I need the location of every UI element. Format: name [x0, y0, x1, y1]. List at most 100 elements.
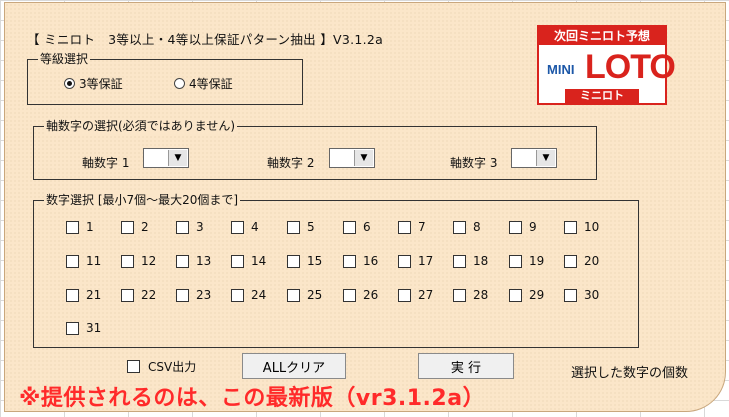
number-label: 4: [251, 220, 259, 234]
number-checkbox[interactable]: 18: [453, 254, 488, 268]
number-checkbox[interactable]: 5: [287, 220, 315, 234]
number-checkbox[interactable]: 25: [287, 288, 322, 302]
number-label: 9: [529, 220, 537, 234]
checkbox-box[interactable]: [509, 288, 522, 302]
checkbox-box[interactable]: [66, 220, 79, 234]
checkbox-box[interactable]: [231, 288, 244, 302]
number-checkbox[interactable]: 22: [121, 288, 156, 302]
radio-grade-4[interactable]: 4等保証: [174, 75, 233, 92]
number-label: 22: [141, 288, 157, 302]
dropdown-arrow-icon[interactable]: ▼: [536, 150, 555, 166]
checkbox-box[interactable]: [453, 288, 466, 302]
checkbox-box[interactable]: [398, 220, 411, 234]
number-label: 10: [584, 220, 600, 234]
logo-top-text: 次回ミニロト予想: [539, 27, 665, 45]
number-checkbox[interactable]: 31: [66, 321, 101, 335]
number-checkbox[interactable]: 24: [231, 288, 266, 302]
number-checkbox[interactable]: 21: [66, 288, 101, 302]
dropdown-arrow-icon[interactable]: ▼: [168, 150, 187, 166]
number-checkbox[interactable]: 3: [176, 220, 204, 234]
number-checkbox[interactable]: 9: [509, 220, 537, 234]
number-checkbox[interactable]: 4: [231, 220, 259, 234]
number-checkbox[interactable]: 23: [176, 288, 211, 302]
checkbox-box[interactable]: [176, 288, 189, 302]
number-label: 13: [196, 254, 212, 268]
logo-loto-text: LOTO: [585, 48, 676, 86]
number-checkbox[interactable]: 13: [176, 254, 211, 268]
logo-mini-text: MINI: [547, 62, 575, 77]
number-checkbox[interactable]: 12: [121, 254, 156, 268]
selected-count-label: 選択した数字の個数: [571, 366, 689, 381]
number-checkbox[interactable]: 7: [398, 220, 426, 234]
checkbox-box[interactable]: [343, 288, 356, 302]
checkbox-box[interactable]: [287, 220, 300, 234]
number-label: 19: [529, 254, 545, 268]
number-checkbox[interactable]: 29: [509, 288, 544, 302]
checkbox-box[interactable]: [343, 220, 356, 234]
number-checkbox[interactable]: 14: [231, 254, 266, 268]
checkbox-box[interactable]: [66, 254, 79, 268]
checkbox-box[interactable]: [287, 254, 300, 268]
number-checkbox[interactable]: 15: [287, 254, 322, 268]
grade-selection-group: 等級選択 3等保証 4等保証: [27, 51, 303, 105]
number-label: 5: [307, 220, 315, 234]
csv-output-checkbox[interactable]: CSV出力: [127, 358, 196, 375]
radio-grade-3-label: 3等保証: [79, 77, 123, 91]
grade-selection-legend: 等級選択: [38, 51, 91, 67]
checkbox-box[interactable]: [176, 254, 189, 268]
checkbox-box[interactable]: [564, 220, 577, 234]
dropdown-arrow-icon[interactable]: ▼: [354, 150, 373, 166]
axis-3-dropdown[interactable]: ▼: [511, 148, 557, 168]
number-checkbox[interactable]: 28: [453, 288, 488, 302]
number-checkbox[interactable]: 8: [453, 220, 481, 234]
radio-grade-3[interactable]: 3等保証: [64, 75, 123, 92]
number-selection-group: 数字選択 [最小7個～最大20個まで] 1 2 3 4 5 6 7 8 9 10 11 12 13 14 1…: [33, 192, 639, 348]
radio-grade-4-label: 4等保証: [189, 77, 233, 91]
number-checkbox[interactable]: 17: [398, 254, 433, 268]
checkbox-box[interactable]: [453, 254, 466, 268]
checkbox-box[interactable]: [121, 254, 134, 268]
checkbox-box[interactable]: [231, 254, 244, 268]
number-checkbox[interactable]: 2: [121, 220, 149, 234]
number-checkbox[interactable]: 19: [509, 254, 544, 268]
axis-1-dropdown[interactable]: ▼: [143, 148, 189, 168]
checkbox-box[interactable]: [287, 288, 300, 302]
number-checkbox[interactable]: 20: [564, 254, 599, 268]
number-label: 18: [473, 254, 489, 268]
number-checkbox[interactable]: 11: [66, 254, 101, 268]
number-checkbox[interactable]: 10: [564, 220, 599, 234]
number-label: 23: [196, 288, 212, 302]
checkbox-box[interactable]: [121, 220, 134, 234]
checkbox-box[interactable]: [564, 254, 577, 268]
axis-selection-group: 軸数字の選択(必須ではありません) 軸数字 1 ▼ 軸数字 2 ▼ 軸数字 3 …: [33, 118, 597, 180]
number-label: 20: [584, 254, 600, 268]
number-checkbox[interactable]: 1: [66, 220, 94, 234]
number-checkbox[interactable]: 26: [343, 288, 378, 302]
run-button[interactable]: 実 行: [418, 353, 514, 379]
number-checkbox[interactable]: 30: [564, 288, 599, 302]
number-checkbox[interactable]: 6: [343, 220, 371, 234]
checkbox-box[interactable]: [66, 321, 79, 335]
checkbox-box[interactable]: [398, 288, 411, 302]
number-label: 30: [584, 288, 600, 302]
checkbox-box[interactable]: [66, 288, 79, 302]
checkbox-box[interactable]: [398, 254, 411, 268]
version-notice: ※提供されるのは、この最新版（vr3.1.2a）: [19, 386, 486, 411]
checkbox-box[interactable]: [509, 254, 522, 268]
checkbox-box[interactable]: [564, 288, 577, 302]
number-label: 26: [363, 288, 379, 302]
checkbox-box[interactable]: [231, 220, 244, 234]
checkbox-box[interactable]: [453, 220, 466, 234]
checkbox-box[interactable]: [509, 220, 522, 234]
number-checkbox[interactable]: 16: [343, 254, 378, 268]
logo-mark: MINI LOTO: [539, 45, 676, 89]
number-checkbox[interactable]: 27: [398, 288, 433, 302]
checkbox-box[interactable]: [176, 220, 189, 234]
axis-2-label: 軸数字 2: [267, 156, 315, 170]
all-clear-button[interactable]: ALLクリア: [242, 353, 346, 379]
number-label: 1: [86, 220, 94, 234]
checkbox-box[interactable]: [121, 288, 134, 302]
checkbox-box[interactable]: [343, 254, 356, 268]
axis-2-dropdown[interactable]: ▼: [329, 148, 375, 168]
checkbox-box[interactable]: [127, 360, 140, 373]
